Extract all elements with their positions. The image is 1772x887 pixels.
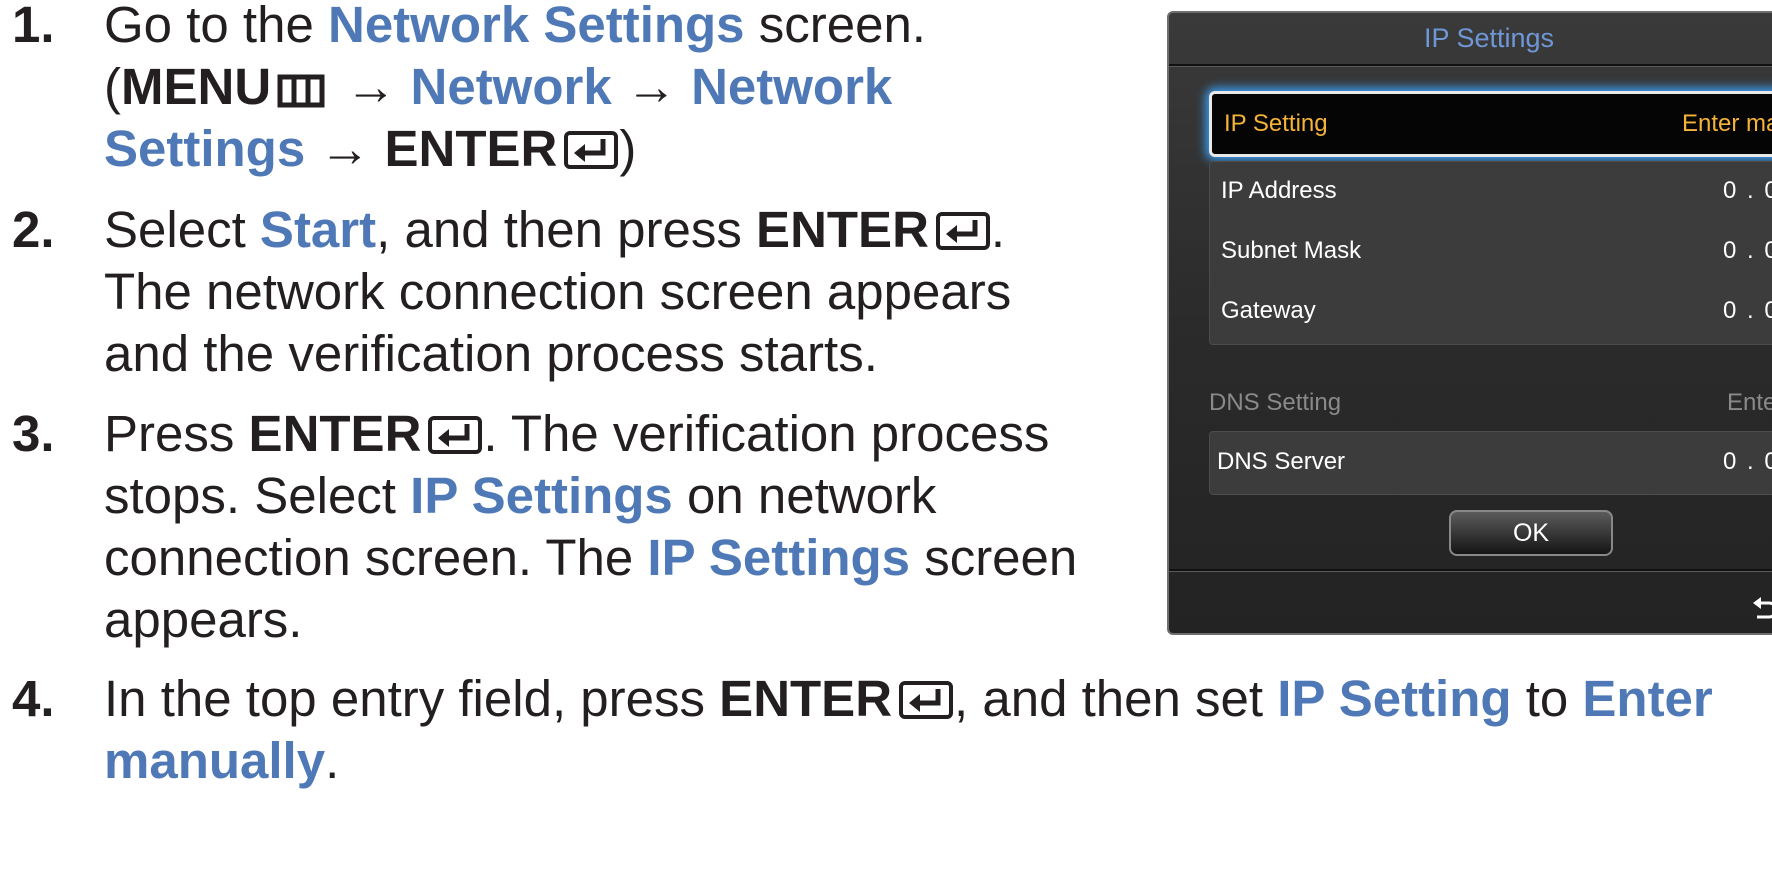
menu-icon	[277, 74, 325, 108]
ip-setting-value: Enter ma	[1682, 110, 1772, 137]
text-line: manually.	[104, 732, 340, 789]
step-text: In the top entry field, press ENTER, and…	[104, 668, 1713, 792]
enter-icon	[899, 681, 954, 719]
step-number: 2.	[12, 201, 55, 258]
ip-settings-dialog: IP Settings IP Setting Enter ma IP Addre…	[1167, 11, 1772, 635]
text-line: The network connection screen appears	[104, 263, 1012, 320]
text-line: connection screen. The IP Settings scree…	[104, 529, 1078, 586]
text-line: Go to the Network Settings screen.	[104, 0, 926, 56]
link-ip-settings: IP Settings	[647, 529, 911, 586]
step-number: 3.	[12, 405, 55, 462]
ok-button[interactable]: OK	[1449, 510, 1613, 556]
text-line: In the top entry field, press ENTER, and…	[104, 670, 1713, 727]
step-text: Go to the Network Settings screen. (MENU…	[104, 0, 926, 180]
dns-setting-value: Enter ma	[1727, 389, 1772, 416]
step-text: Select Start, and then press ENTER. The …	[104, 199, 1011, 385]
enter-icon	[935, 212, 990, 250]
subnet-mask-row[interactable]: Subnet Mask 0 . 0	[1209, 221, 1772, 281]
text-line: (MENU → Network → Network	[104, 58, 893, 115]
dns-setting-row: DNS Setting Enter ma	[1209, 381, 1772, 425]
link-ip-settings: IP Settings	[410, 467, 673, 524]
step-text: Press ENTER. The verification process st…	[104, 403, 1077, 651]
text-line: stops. Select IP Settings on network	[104, 467, 937, 524]
step-number: 1.	[12, 0, 55, 53]
subnet-mask-label: Subnet Mask	[1221, 237, 1362, 264]
gateway-value: 0 . 0	[1723, 297, 1772, 324]
text-line: Press ENTER. The verification process	[104, 405, 1050, 462]
ip-address-value: 0 . 0	[1723, 177, 1772, 204]
ip-address-row[interactable]: IP Address 0 . 0	[1209, 161, 1772, 221]
ip-setting-row[interactable]: IP Setting Enter ma	[1209, 91, 1772, 157]
text-line: and the verification process starts.	[104, 325, 878, 382]
dns-server-value: 0 . 0	[1723, 448, 1772, 475]
divider	[1169, 64, 1772, 67]
ip-address-label: IP Address	[1221, 177, 1337, 204]
ip-setting-label: IP Setting	[1224, 110, 1328, 137]
link-ip-setting: IP Setting	[1277, 670, 1512, 727]
text-line: appears.	[104, 591, 303, 648]
link-start: Start	[259, 201, 377, 258]
return-icon	[1753, 597, 1772, 619]
dns-server-label: DNS Server	[1217, 448, 1346, 475]
dns-server-row[interactable]: DNS Server 0 . 0	[1209, 431, 1772, 493]
gateway-label: Gateway	[1221, 297, 1316, 324]
link-network-settings: Network Settings	[327, 0, 745, 53]
link-enter-manually: Enter	[1582, 670, 1713, 727]
step-number: 4.	[12, 670, 55, 727]
divider	[1169, 569, 1772, 572]
text-line: Settings → ENTER)	[104, 120, 637, 177]
enter-icon	[428, 416, 483, 454]
text-line: Select Start, and then press ENTER.	[104, 201, 1006, 258]
dialog-title: IP Settings	[1423, 23, 1555, 53]
enter-icon	[564, 131, 619, 169]
dns-setting-label: DNS Setting	[1209, 389, 1342, 416]
gateway-row[interactable]: Gateway 0 . 0	[1209, 281, 1772, 341]
subnet-mask-value: 0 . 0	[1723, 237, 1772, 264]
